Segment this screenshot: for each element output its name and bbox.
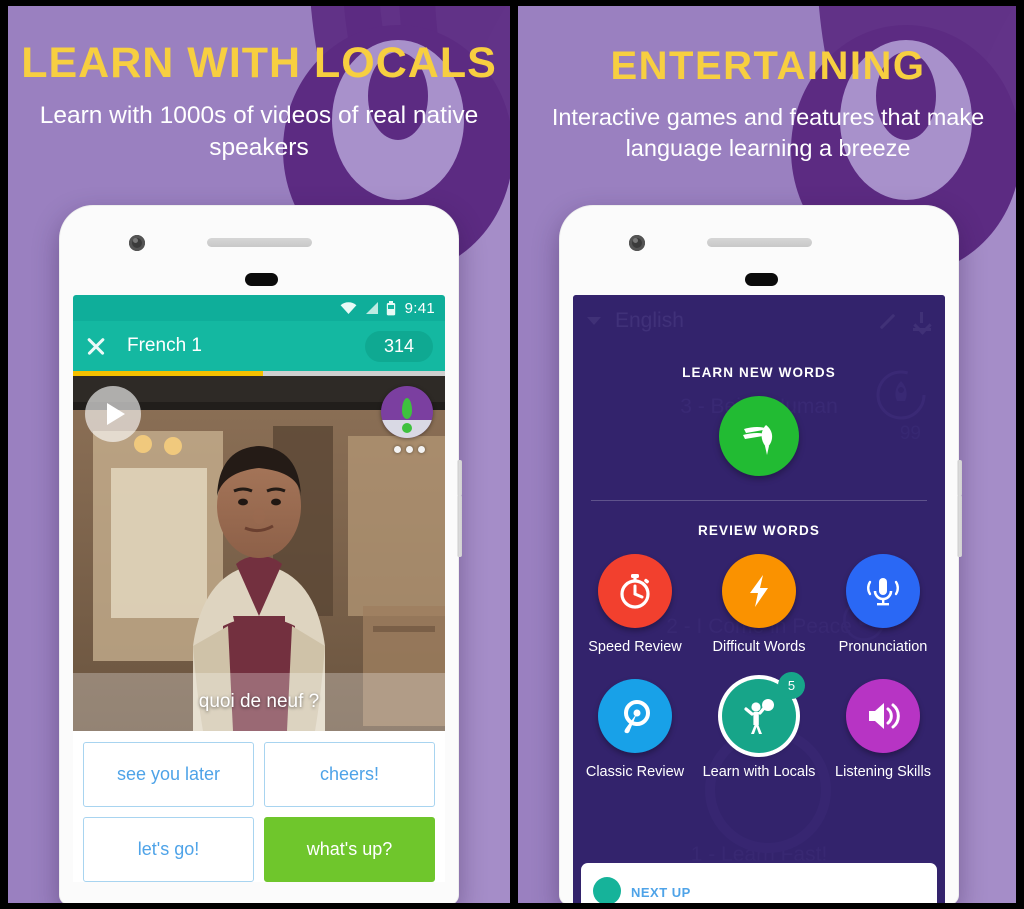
phone-mockup-right: English 3 - Being Human 99 2 - I Come in	[559, 205, 962, 905]
speaker-icon	[869, 702, 900, 729]
learn-new-words-label: LEARN NEW WORDS	[682, 365, 836, 380]
stopwatch-icon	[620, 574, 650, 609]
video-caption: quoi de neuf ?	[73, 673, 445, 731]
review-item-speed-review[interactable]: Speed Review	[573, 554, 697, 657]
panel-entertaining: ENTERTAINING Interactive games and featu…	[518, 0, 1018, 909]
watering-can-icon	[624, 699, 650, 733]
caption-text: quoi de neuf ?	[198, 691, 320, 712]
lightning-bolt-icon	[750, 575, 768, 607]
review-grid-row-2: Classic Review 5 Learn with Locals Liste…	[573, 671, 945, 782]
video-player[interactable]: quoi de neuf ?	[73, 376, 445, 731]
power-button[interactable]	[457, 460, 462, 496]
review-words-label: REVIEW WORDS	[698, 523, 820, 538]
panel-divider	[510, 0, 518, 909]
lesson-title: French 1	[127, 335, 202, 356]
next-up-card[interactable]: NEXT UP	[581, 863, 937, 905]
review-item-label: Difficult Words	[712, 639, 806, 655]
review-item-difficult-words[interactable]: Difficult Words	[697, 554, 821, 657]
profile-badge-icon[interactable]	[381, 386, 433, 438]
phone-mockup-left: 9:41 French 1 314 quoi de neuf ? see you…	[59, 205, 462, 905]
learn-new-words-section: LEARN NEW WORDS	[573, 365, 945, 501]
border-right	[1016, 0, 1024, 909]
review-item-label: Speed Review	[588, 639, 682, 655]
border-top	[0, 0, 1024, 6]
earpiece-speaker	[207, 238, 312, 247]
sensor-bar-right	[745, 273, 778, 286]
answer-option-3[interactable]: let's go!	[83, 817, 254, 882]
learn-new-words-button[interactable]	[719, 396, 799, 476]
power-button-right[interactable]	[957, 460, 962, 496]
sensor-bar	[245, 273, 278, 286]
earpiece-speaker-right	[707, 238, 812, 247]
review-grid-row-1: Speed Review Difficult Words Pronunciati…	[573, 554, 945, 657]
volume-button-right[interactable]	[957, 495, 962, 557]
app-home-screen: English 3 - Being Human 99 2 - I Come in	[573, 295, 945, 905]
review-item-label: Listening Skills	[835, 763, 931, 780]
review-item-classic-review[interactable]: Classic Review	[573, 678, 697, 782]
review-item-label: Classic Review	[585, 763, 685, 780]
review-words-section: REVIEW WORDS Speed Review Difficult Word…	[573, 523, 945, 781]
more-options-icon[interactable]	[394, 446, 425, 453]
review-item-label: Learn with Locals	[702, 763, 816, 780]
promo-screenshot: LEARN WITH LOCALS Learn with 1000s of vi…	[0, 0, 1024, 909]
panel-subheadline: Learn with 1000s of videos of real nativ…	[39, 102, 479, 162]
battery-icon	[386, 300, 395, 315]
answer-option-4-selected[interactable]: what's up?	[264, 817, 435, 882]
panel-learn-with-locals: LEARN WITH LOCALS Learn with 1000s of vi…	[8, 0, 510, 909]
status-bar: 9:41	[73, 295, 445, 321]
front-camera-icon-right	[629, 235, 645, 251]
points-badge: 314	[364, 330, 433, 362]
next-up-card-label: NEXT UP	[631, 884, 691, 900]
review-item-pronunciation[interactable]: Pronunciation	[821, 554, 945, 657]
review-item-label: Pronunciation	[838, 639, 928, 655]
answer-option-1[interactable]: see you later	[83, 742, 254, 807]
microphone-icon	[867, 578, 899, 606]
play-icon[interactable]	[85, 386, 141, 442]
app-bar: French 1 314	[73, 321, 445, 371]
close-icon[interactable]	[85, 335, 107, 357]
wifi-icon	[340, 302, 356, 314]
review-item-learn-with-locals[interactable]: 5 Learn with Locals	[697, 671, 821, 782]
front-camera-icon	[129, 235, 145, 251]
learn-with-locals-badge: 5	[778, 671, 805, 699]
review-item-listening-skills[interactable]: Listening Skills	[821, 678, 945, 782]
section-divider	[591, 500, 927, 501]
phone-screen-left: 9:41 French 1 314 quoi de neuf ? see you…	[73, 295, 445, 905]
status-time: 9:41	[404, 299, 435, 317]
answer-options: see you later cheers! let's go! what's u…	[73, 731, 445, 882]
volume-button[interactable]	[457, 495, 462, 557]
signal-icon	[365, 302, 378, 314]
panel-headline: LEARN WITH LOCALS	[21, 39, 497, 87]
phone-screen-right: English 3 - Being Human 99 2 - I Come in	[573, 295, 945, 905]
border-left	[0, 0, 8, 909]
hand-seed-icon	[743, 425, 773, 455]
person-speech-icon	[744, 698, 774, 734]
border-bottom	[0, 903, 1024, 909]
panel-headline-right: ENTERTAINING	[610, 44, 926, 88]
lesson-dot-icon	[593, 877, 621, 905]
panel-subheadline-right: Interactive games and features that make…	[551, 104, 985, 162]
answer-option-2[interactable]: cheers!	[264, 742, 435, 807]
